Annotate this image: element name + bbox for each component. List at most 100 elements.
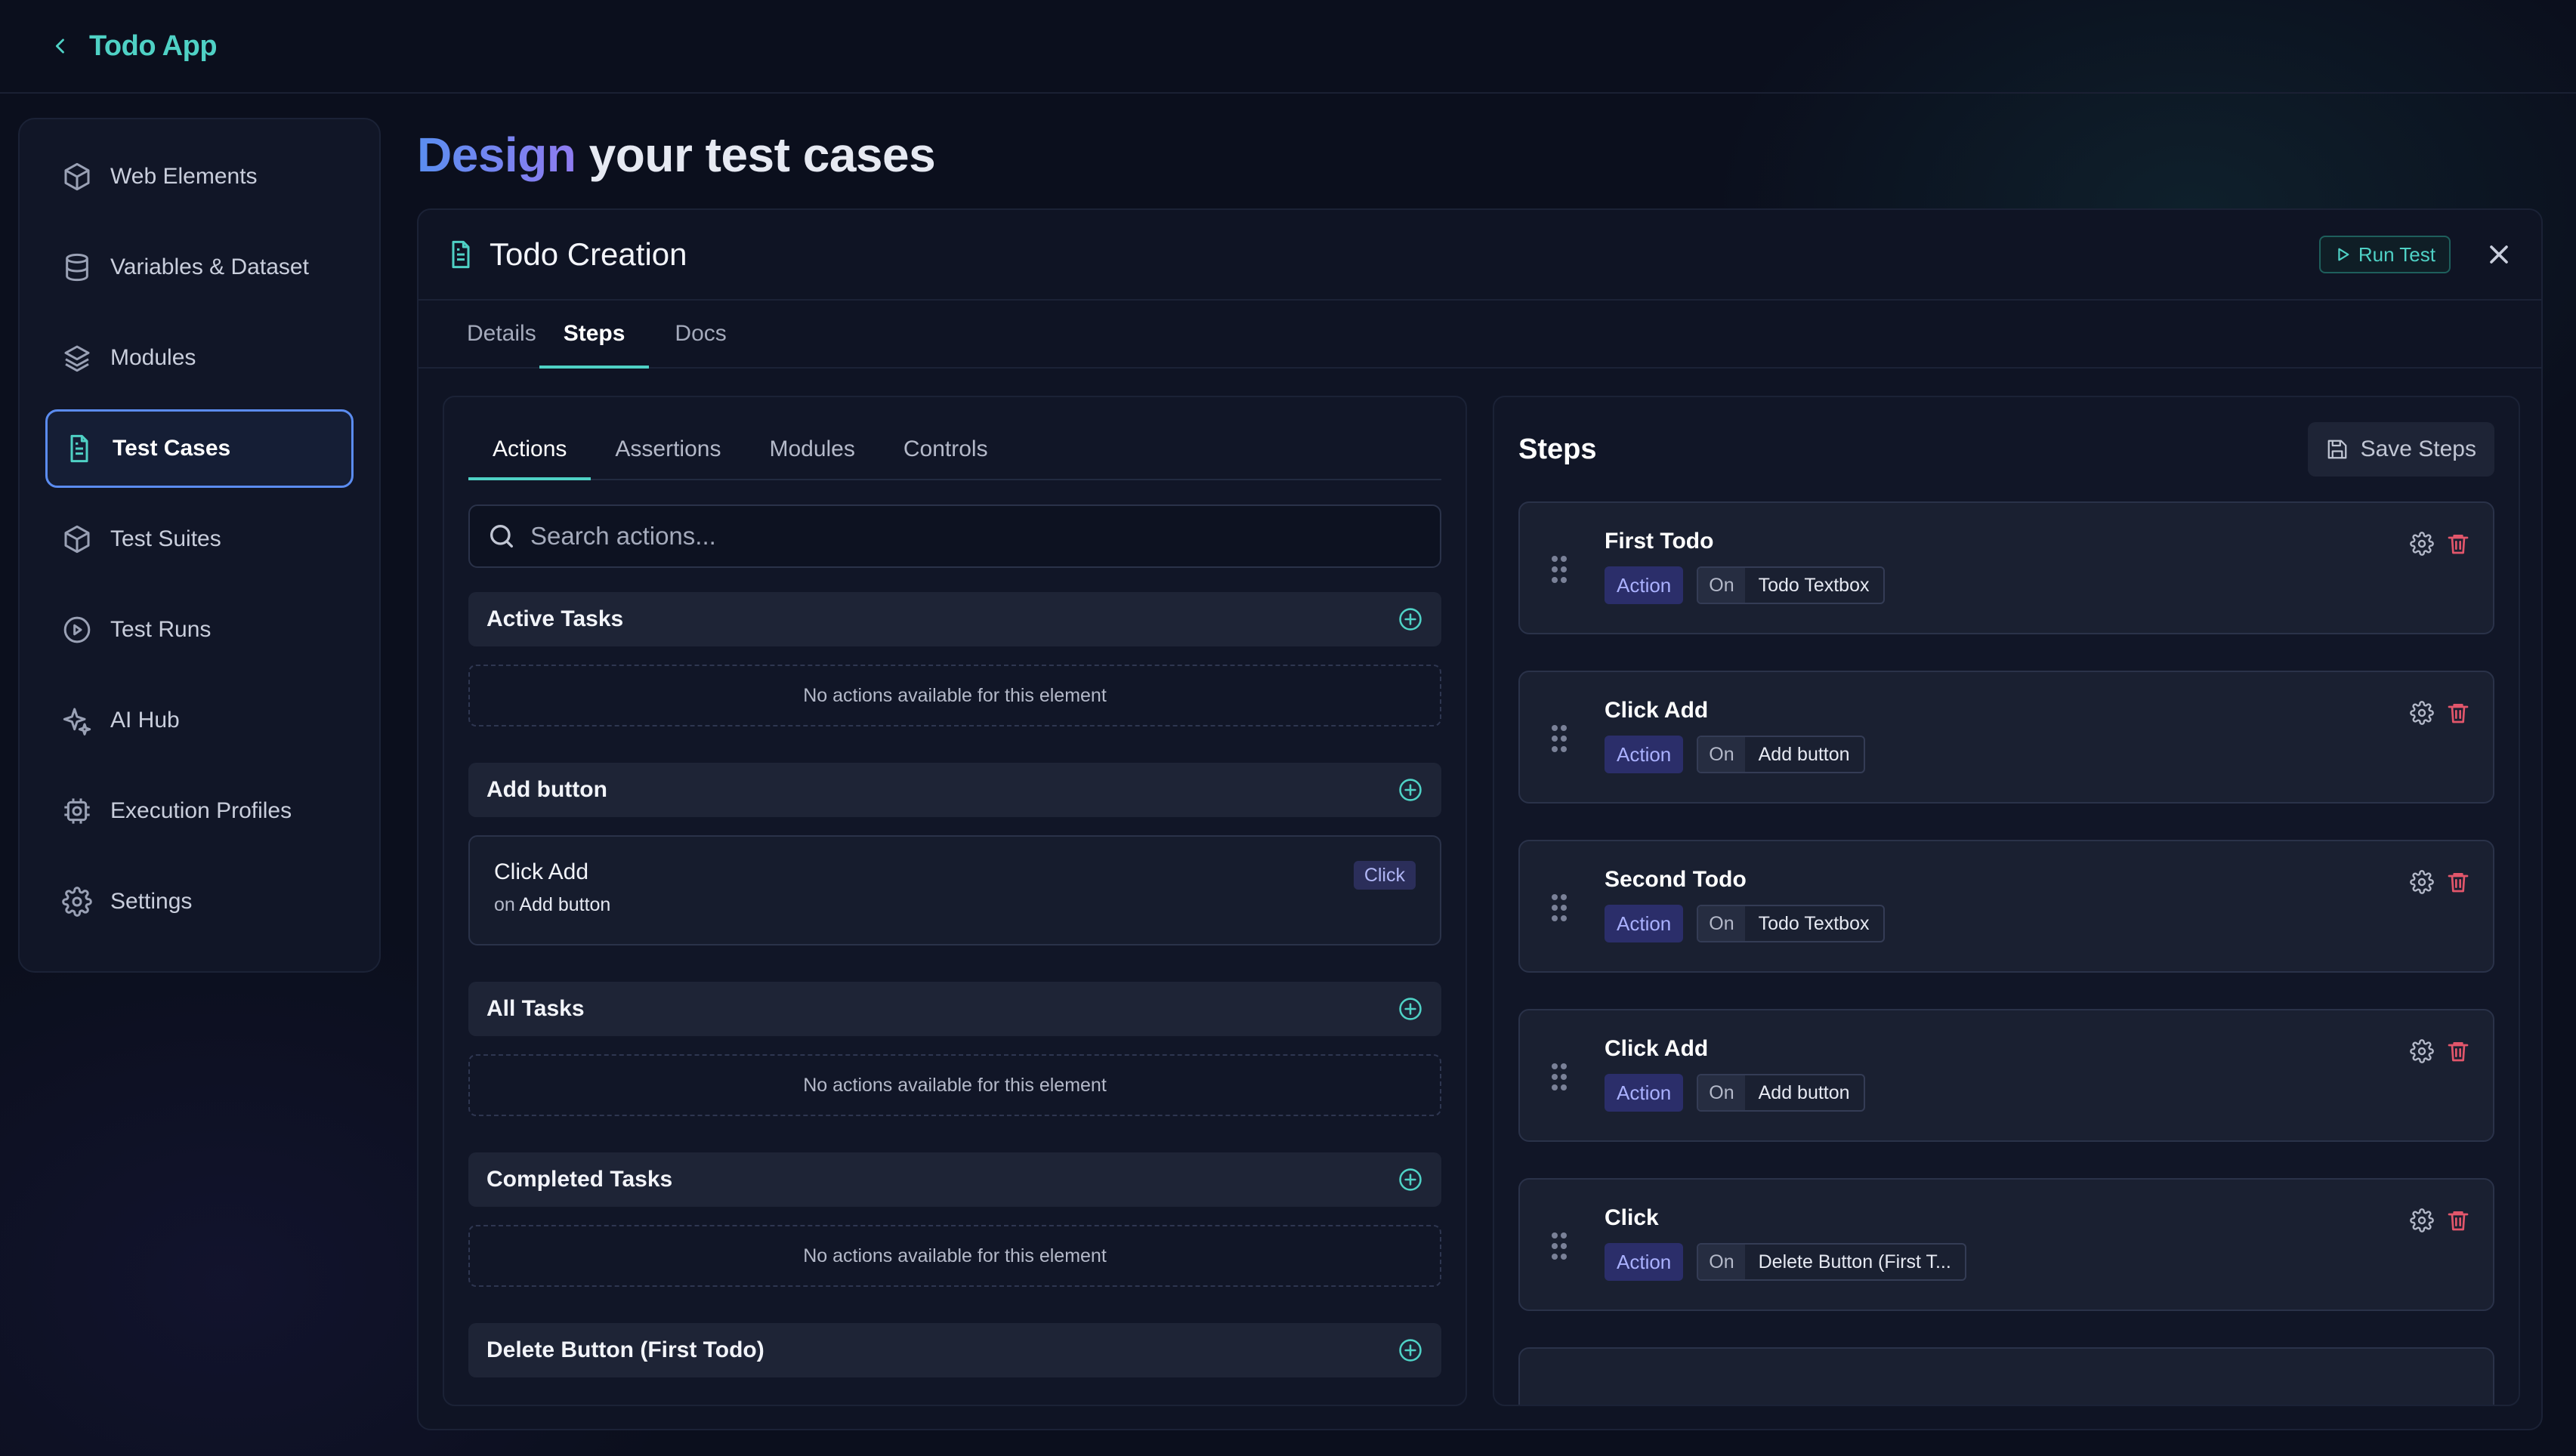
sidebar-item-test-cases[interactable]: Test Cases xyxy=(45,409,354,488)
element-groups: Active Tasks No actions available for th… xyxy=(468,592,1441,1377)
sidebar-item-label: Web Elements xyxy=(110,164,258,189)
step-card-partial[interactable] xyxy=(1518,1347,2494,1405)
layers-icon xyxy=(64,345,90,372)
sidebar-item-label: Variables & Dataset xyxy=(110,254,309,279)
run-test-button[interactable]: Run Test xyxy=(2318,236,2451,273)
plus-circle-icon[interactable] xyxy=(1398,1167,1423,1192)
step-card[interactable]: First Todo Action On Todo Textbox xyxy=(1518,501,2494,634)
action-target-line: on Add button xyxy=(494,894,1416,916)
step-name: First Todo xyxy=(1605,529,1714,554)
drag-handle-icon[interactable] xyxy=(1550,1231,1568,1261)
tab-assertions[interactable]: Assertions xyxy=(591,436,745,479)
step-target: Todo Textbox xyxy=(1758,912,1870,934)
step-target: Todo Textbox xyxy=(1758,574,1870,596)
element-group-header[interactable]: Add button xyxy=(468,763,1441,817)
tab-controls[interactable]: Controls xyxy=(879,436,1012,479)
element-group-header[interactable]: Completed Tasks xyxy=(468,1152,1441,1207)
tab-docs[interactable]: Docs xyxy=(673,301,727,367)
gear-icon[interactable] xyxy=(2410,1039,2434,1063)
element-group-name: All Tasks xyxy=(486,996,585,1021)
save-steps-button[interactable]: Save Steps xyxy=(2307,422,2494,477)
panel-title: Todo Creation xyxy=(490,236,687,272)
steps-header: Steps Save Steps xyxy=(1494,397,2519,501)
step-on-label: On xyxy=(1698,737,1745,772)
element-group: Completed Tasks No actions available for… xyxy=(468,1152,1441,1287)
element-group-header[interactable]: Delete Button (First Todo) xyxy=(468,1323,1441,1377)
sidebar-item-execution-profiles[interactable]: Execution Profiles xyxy=(45,772,354,850)
trash-icon[interactable] xyxy=(2446,870,2470,894)
plus-circle-icon[interactable] xyxy=(1398,777,1423,803)
element-group-name: Active Tasks xyxy=(486,606,624,631)
step-badges: Action On Add button xyxy=(1605,736,1865,773)
sidebar-item-label: AI Hub xyxy=(110,708,180,733)
sidebar: Web Elements Variables & Dataset Modules… xyxy=(18,118,381,973)
step-on-label: On xyxy=(1698,906,1745,941)
tab-details[interactable]: Details xyxy=(465,301,538,367)
sidebar-item-label: Execution Profiles xyxy=(110,798,292,823)
action-card[interactable]: Click Add on Add button Click xyxy=(468,835,1441,945)
step-type-badge: Action xyxy=(1605,566,1684,604)
sidebar-item-ai-hub[interactable]: AI Hub xyxy=(45,681,354,760)
step-name: Second Todo xyxy=(1605,867,1747,892)
step-name: Click Add xyxy=(1605,1036,1709,1061)
sidebar-item-label: Modules xyxy=(110,345,196,370)
element-group: Active Tasks No actions available for th… xyxy=(468,592,1441,726)
plus-circle-icon[interactable] xyxy=(1398,606,1423,632)
back-button[interactable] xyxy=(47,32,74,60)
search-icon xyxy=(490,525,513,548)
sidebar-item-label: Settings xyxy=(110,889,193,914)
gear-icon[interactable] xyxy=(2410,1208,2434,1232)
element-group: Delete Button (First Todo) xyxy=(468,1323,1441,1377)
trash-icon[interactable] xyxy=(2446,1208,2470,1232)
step-card[interactable]: Second Todo Action On Todo Textbox xyxy=(1518,840,2494,973)
step-on-label: On xyxy=(1698,1075,1745,1110)
drag-handle-icon[interactable] xyxy=(1550,1062,1568,1092)
document-icon xyxy=(70,434,88,463)
sidebar-item-settings[interactable]: Settings xyxy=(45,862,354,941)
trash-icon[interactable] xyxy=(2446,701,2470,725)
gear-icon[interactable] xyxy=(2410,870,2434,894)
drag-handle-icon[interactable] xyxy=(1550,893,1568,923)
page-title: Design your test cases xyxy=(417,127,936,183)
library-tabs: Actions Assertions Modules Controls xyxy=(468,397,1441,480)
drag-handle-icon[interactable] xyxy=(1550,723,1568,754)
sidebar-item-variables-dataset[interactable]: Variables & Dataset xyxy=(45,228,354,307)
app-title: Todo App xyxy=(89,29,218,62)
gear-icon[interactable] xyxy=(2410,701,2434,725)
step-target-badge: On Todo Textbox xyxy=(1697,566,1885,604)
plus-circle-icon[interactable] xyxy=(1398,996,1423,1022)
sidebar-item-label: Test Runs xyxy=(110,617,212,642)
step-tools xyxy=(2410,532,2470,556)
trash-icon[interactable] xyxy=(2446,532,2470,556)
gear-icon[interactable] xyxy=(2410,532,2434,556)
element-group-header[interactable]: Active Tasks xyxy=(468,592,1441,646)
sidebar-item-modules[interactable]: Modules xyxy=(45,319,354,397)
step-card[interactable]: Click Add Action On Add button xyxy=(1518,1009,2494,1142)
element-group-header[interactable]: All Tasks xyxy=(468,982,1441,1036)
action-library: Actions Assertions Modules Controls Acti… xyxy=(443,396,1467,1406)
step-name: Click xyxy=(1605,1205,1659,1230)
step-tools xyxy=(2410,701,2470,725)
drag-handle-icon[interactable] xyxy=(1550,554,1568,585)
gear-icon xyxy=(62,887,92,917)
trash-icon[interactable] xyxy=(2446,1039,2470,1063)
sidebar-item-test-runs[interactable]: Test Runs xyxy=(45,591,354,669)
tab-actions[interactable]: Actions xyxy=(468,436,591,480)
tab-steps[interactable]: Steps xyxy=(539,301,650,369)
plus-circle-icon[interactable] xyxy=(1398,1337,1423,1363)
step-target-badge: On Todo Textbox xyxy=(1697,905,1885,942)
close-icon[interactable] xyxy=(2484,239,2514,270)
tab-modules[interactable]: Modules xyxy=(745,436,879,479)
sidebar-item-test-suites[interactable]: Test Suites xyxy=(45,500,354,578)
search-input[interactable] xyxy=(530,522,1361,551)
step-card[interactable]: Click Add Action On Add button xyxy=(1518,671,2494,804)
search-box xyxy=(468,504,1441,568)
step-type-badge: Action xyxy=(1605,736,1684,773)
step-target-badge: On Delete Button (First T... xyxy=(1697,1243,1966,1281)
top-bar: Todo App xyxy=(0,0,2576,94)
sidebar-item-web-elements[interactable]: Web Elements xyxy=(45,137,354,216)
steps-panel: Steps Save Steps First Todo Action On To… xyxy=(1493,396,2520,1406)
step-target: Delete Button (First T... xyxy=(1758,1251,1951,1272)
step-card[interactable]: Click Action On Delete Button (First T..… xyxy=(1518,1178,2494,1311)
empty-actions-message: No actions available for this element xyxy=(468,1054,1441,1116)
